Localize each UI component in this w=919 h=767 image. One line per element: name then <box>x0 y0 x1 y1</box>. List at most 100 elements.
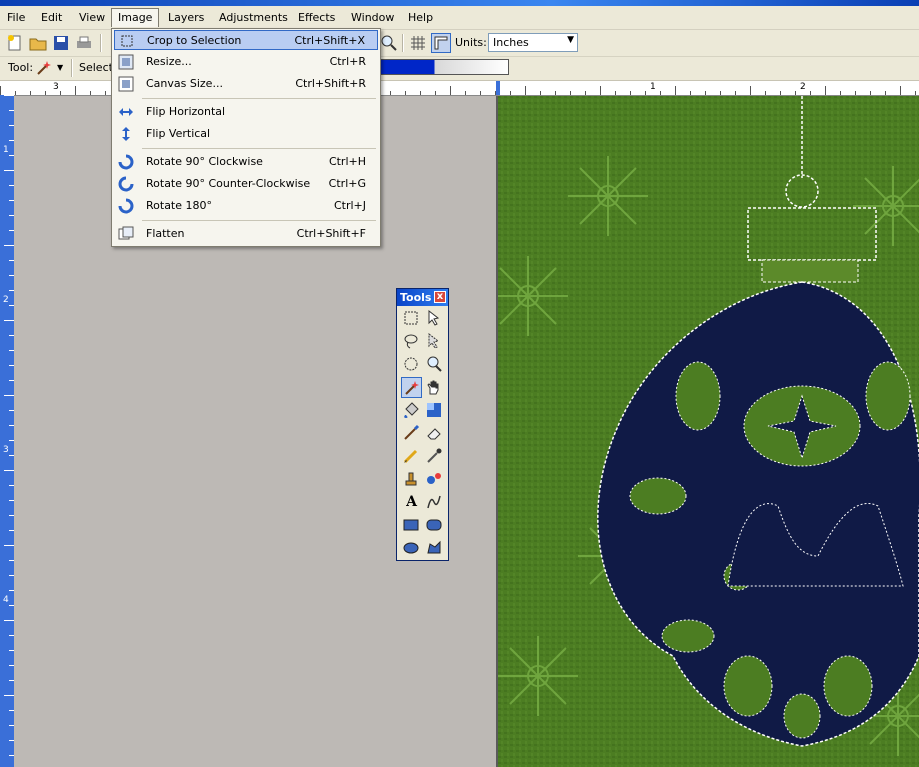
menu-item-label: Flip Horizontal <box>146 105 226 118</box>
ruler-tick <box>4 95 14 96</box>
lasso-select-icon[interactable] <box>401 331 422 352</box>
menu-item-resize[interactable]: Resize... Ctrl+R <box>114 52 378 72</box>
image-canvas[interactable] <box>498 96 919 767</box>
ruler-label: 1 <box>650 82 656 92</box>
ruler-tick <box>390 91 391 95</box>
menu-file[interactable]: File <box>7 10 25 26</box>
menu-item-label: Rotate 90° Counter-Clockwise <box>146 177 311 190</box>
ruler-tick <box>645 91 646 95</box>
menu-effects[interactable]: Effects <box>298 10 335 26</box>
flip-horizontal-icon <box>118 104 134 120</box>
ruler-tick <box>45 91 46 95</box>
menu-item-label: Rotate 180° <box>146 199 213 212</box>
menu-item-canvas-size[interactable]: Canvas Size... Ctrl+Shift+R <box>114 74 378 94</box>
ruler-tick <box>840 91 841 95</box>
ruler-tick <box>540 91 541 95</box>
save-icon[interactable] <box>52 34 70 52</box>
ruler-tick <box>4 545 14 546</box>
ruler-tick <box>750 86 751 95</box>
rounded-rectangle-icon[interactable] <box>424 515 445 536</box>
ruler-tick <box>480 91 481 95</box>
zoom-in-icon[interactable] <box>380 34 398 52</box>
flip-vertical-icon <box>118 126 134 142</box>
ruler-tick <box>915 91 916 95</box>
open-file-icon[interactable] <box>29 34 47 52</box>
ruler-tick <box>810 91 811 95</box>
menu-item-flatten[interactable]: Flatten Ctrl+Shift+F <box>114 224 378 244</box>
zoom-icon[interactable] <box>424 354 445 375</box>
tools-title: Tools <box>400 291 432 304</box>
rotate-cw-icon <box>118 154 134 170</box>
magic-wand-icon[interactable] <box>35 59 53 77</box>
menu-window[interactable]: Window <box>351 10 394 26</box>
clone-stamp-icon[interactable] <box>401 469 422 490</box>
units-select[interactable]: Inches ▼ <box>488 33 578 52</box>
grid-icon[interactable] <box>409 34 427 52</box>
gradient-icon[interactable] <box>424 400 445 421</box>
tools-title-bar[interactable]: Tools x <box>397 289 448 306</box>
ruler-tick <box>555 91 556 95</box>
rulers-toggle-icon[interactable] <box>431 33 451 53</box>
print-icon[interactable] <box>75 34 93 52</box>
freeform-shape-icon[interactable] <box>424 538 445 559</box>
menu-item-flip-vertical[interactable]: Flip Vertical <box>114 124 378 144</box>
chevron-down-icon: ▼ <box>567 35 574 45</box>
ruler-label: 3 <box>3 445 9 455</box>
ruler-tick <box>825 86 826 95</box>
menu-item-rotate-180[interactable]: Rotate 180° Ctrl+J <box>114 196 378 216</box>
ornament-image <box>498 96 919 767</box>
ruler-tick <box>570 91 571 95</box>
ruler-tick <box>585 91 586 95</box>
menu-image[interactable]: Image <box>111 8 160 27</box>
ruler-tick <box>0 86 1 95</box>
pan-icon[interactable] <box>424 377 445 398</box>
paint-bucket-icon[interactable] <box>401 400 422 421</box>
magic-wand-icon[interactable] <box>401 377 422 398</box>
ruler-tick <box>780 91 781 95</box>
move-selection-icon[interactable] <box>424 308 445 329</box>
eraser-icon[interactable] <box>424 423 445 444</box>
color-picker-icon[interactable] <box>424 446 445 467</box>
ruler-tick <box>450 86 451 95</box>
ruler-tick <box>465 91 466 95</box>
toolbar-separator <box>71 59 73 77</box>
menu-layers[interactable]: Layers <box>168 10 204 26</box>
menu-item-rotate-cw[interactable]: Rotate 90° Clockwise Ctrl+H <box>114 152 378 172</box>
ellipse-select-icon[interactable] <box>401 354 422 375</box>
new-file-icon[interactable] <box>6 34 24 52</box>
menu-adjustments[interactable]: Adjustments <box>219 10 288 26</box>
ruler-tick <box>765 91 766 95</box>
recolor-icon[interactable] <box>424 469 445 490</box>
ruler-tick <box>720 91 721 95</box>
tools-window: Tools x A <box>396 288 449 561</box>
chevron-down-icon[interactable]: ▼ <box>57 63 63 72</box>
units-value: Inches <box>493 36 529 49</box>
line-curve-icon[interactable] <box>424 492 445 513</box>
menu-separator <box>142 220 376 221</box>
menu-item-flip-horizontal[interactable]: Flip Horizontal <box>114 102 378 122</box>
ruler-tick <box>4 395 14 396</box>
ruler-tick <box>4 170 14 171</box>
ruler-tick <box>4 245 14 246</box>
canvas-size-icon <box>118 76 134 92</box>
menu-item-rotate-ccw[interactable]: Rotate 90° Counter-Clockwise Ctrl+G <box>114 174 378 194</box>
ruler-tick <box>105 91 106 95</box>
text-icon[interactable]: A <box>401 492 422 513</box>
menu-item-shortcut: Ctrl+J <box>333 199 366 212</box>
pencil-icon[interactable] <box>401 446 422 467</box>
ellipse-icon[interactable] <box>401 538 422 559</box>
rectangle-icon[interactable] <box>401 515 422 536</box>
close-icon[interactable]: x <box>434 291 446 303</box>
paintbrush-icon[interactable] <box>401 423 422 444</box>
menu-item-crop-to-selection[interactable]: Crop to Selection Ctrl+Shift+X <box>114 30 378 50</box>
menu-help[interactable]: Help <box>408 10 433 26</box>
move-selected-icon[interactable] <box>424 331 445 352</box>
rectangle-select-icon[interactable] <box>401 308 422 329</box>
menu-edit[interactable]: Edit <box>41 10 62 26</box>
ruler-tick <box>705 91 706 95</box>
ruler-label: 3 <box>53 82 59 92</box>
menu-view[interactable]: View <box>79 10 105 26</box>
tolerance-slider[interactable] <box>380 59 509 75</box>
ruler-tick <box>600 86 601 95</box>
ruler-tick <box>435 91 436 95</box>
